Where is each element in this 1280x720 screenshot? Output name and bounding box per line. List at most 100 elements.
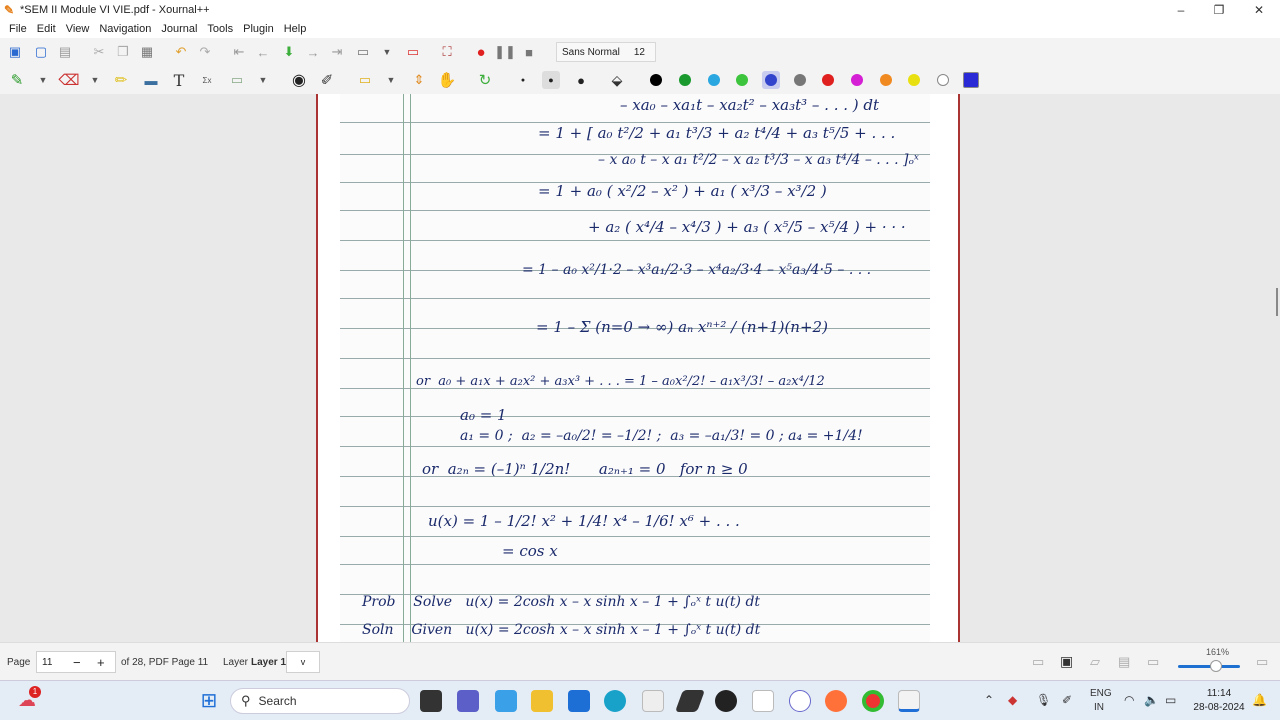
firefox-icon[interactable] — [825, 690, 847, 712]
custom-color-icon[interactable] — [963, 72, 979, 88]
menu-edit[interactable]: Edit — [32, 20, 61, 38]
eraser-dropdown-icon[interactable]: ▼ — [86, 71, 104, 89]
menu-help[interactable]: Help — [279, 20, 312, 38]
view-paired-icon[interactable]: ▭ — [1032, 654, 1044, 670]
github-icon[interactable] — [715, 690, 737, 712]
copilot-icon[interactable] — [495, 690, 517, 712]
microphone-icon[interactable]: 🎙 — [1036, 693, 1051, 707]
store-icon[interactable] — [568, 690, 590, 712]
medium-stroke-icon[interactable]: ● — [542, 71, 560, 89]
task-view-icon[interactable] — [420, 690, 442, 712]
redo-icon[interactable]: ↷ — [196, 43, 214, 61]
color-black-icon[interactable] — [650, 74, 662, 86]
xournal-active-icon[interactable] — [898, 690, 920, 712]
battery-icon[interactable]: ▭ — [1165, 693, 1176, 707]
goto-page-icon[interactable]: ⬇ — [280, 43, 298, 61]
xournal-taskbar-icon[interactable] — [642, 690, 664, 712]
paste-icon[interactable]: ▦ — [138, 43, 156, 61]
draw-curve-icon[interactable]: ✐ — [318, 71, 336, 89]
fill-color-icon[interactable]: ⬙ — [608, 71, 626, 89]
math-tex-icon[interactable]: Σx — [198, 71, 216, 89]
next-page-icon[interactable]: → — [304, 43, 322, 61]
w-app-icon[interactable] — [789, 690, 811, 712]
color-white-icon[interactable] — [937, 74, 949, 86]
fullscreen-icon[interactable]: ⛶ — [438, 43, 456, 61]
color-orange-icon[interactable] — [880, 74, 892, 86]
menu-plugin[interactable]: Plugin — [238, 20, 279, 38]
insert-page-icon[interactable]: ▭ — [354, 43, 372, 61]
image-icon[interactable]: ▬ — [142, 71, 160, 89]
document-canvas[interactable]: – xa₀ – xa₁t – xa₂t² – xa₃t³ – . . . ) d… — [0, 94, 1280, 642]
thick-stroke-icon[interactable]: ● — [572, 71, 590, 89]
page-number-value[interactable]: 11 — [42, 657, 52, 668]
first-page-icon[interactable]: ⇤ — [230, 43, 248, 61]
teams-icon[interactable] — [457, 690, 479, 712]
system-clock[interactable]: 11:14 28-08-2024 — [1192, 687, 1246, 715]
thin-stroke-icon[interactable]: ● — [514, 71, 532, 89]
minimize-button[interactable]: – — [1162, 0, 1200, 20]
shape-dropdown-icon[interactable]: ▼ — [254, 71, 272, 89]
file-explorer-icon[interactable] — [531, 690, 553, 712]
shape-recognizer-icon[interactable]: ▭ — [228, 71, 246, 89]
menu-file[interactable]: File — [4, 20, 32, 38]
open-icon[interactable]: ▤ — [56, 43, 74, 61]
new-document-icon[interactable]: ▢ — [32, 43, 50, 61]
chrome-icon[interactable] — [862, 690, 884, 712]
tray-overflow-icon[interactable]: ⌃ — [984, 693, 994, 707]
layer-dropdown[interactable]: v — [286, 651, 320, 673]
previous-page-icon[interactable]: ← — [254, 43, 272, 61]
ruler-snap-icon[interactable]: ◉ — [290, 71, 308, 89]
last-page-icon[interactable]: ⇥ — [328, 43, 346, 61]
select-dropdown-icon[interactable]: ▼ — [382, 71, 400, 89]
pen-dropdown-icon[interactable]: ▼ — [34, 71, 52, 89]
notes-app-icon[interactable] — [674, 690, 706, 712]
zoom-out-icon[interactable]: ▭ — [1147, 654, 1159, 670]
cut-icon[interactable]: ✂ — [90, 43, 108, 61]
zoom-fit-icon[interactable]: ▤ — [1118, 654, 1130, 670]
undo-icon[interactable]: ↶ — [172, 43, 190, 61]
wifi-icon[interactable]: ◠ — [1124, 693, 1134, 707]
zoom-in-icon[interactable]: ▭ — [1256, 654, 1268, 670]
select-rectangle-icon[interactable]: ▭ — [356, 71, 374, 89]
color-red-icon[interactable] — [822, 74, 834, 86]
color-light-blue-icon[interactable] — [708, 74, 720, 86]
color-yellow-icon[interactable] — [908, 74, 920, 86]
view-presentation-icon[interactable]: ▣ — [1060, 653, 1073, 670]
zoom-slider-thumb[interactable] — [1210, 660, 1223, 672]
refresh-icon[interactable]: ↻ — [476, 71, 494, 89]
page-decrement-button[interactable]: − — [73, 655, 81, 670]
page-increment-button[interactable]: + — [97, 655, 105, 670]
vertical-scrollbar[interactable] — [1276, 288, 1278, 316]
language-indicator[interactable]: ENG — [1090, 688, 1112, 699]
menu-navigation[interactable]: Navigation — [94, 20, 156, 38]
volume-icon[interactable]: 🔈 — [1144, 693, 1159, 707]
edge-icon[interactable] — [604, 690, 626, 712]
menu-journal[interactable]: Journal — [156, 20, 202, 38]
taskbar-search[interactable]: ⚲ Search — [230, 688, 410, 714]
page-number-spinner[interactable]: 11 − + — [36, 651, 116, 673]
color-green-icon[interactable] — [679, 74, 691, 86]
vertical-space-icon[interactable]: ⇕ — [410, 71, 428, 89]
color-magenta-icon[interactable] — [851, 74, 863, 86]
color-light-green-icon[interactable] — [736, 74, 748, 86]
insert-page-dropdown-icon[interactable]: ▼ — [378, 43, 396, 61]
pen-icon[interactable]: ✎ — [8, 71, 26, 89]
highlighter-icon[interactable]: ✏ — [112, 71, 130, 89]
menu-tools[interactable]: Tools — [202, 20, 238, 38]
font-selector[interactable]: Sans Normal 12 — [556, 42, 656, 62]
maximize-button[interactable]: ❐ — [1200, 0, 1238, 20]
pause-icon[interactable]: ❚❚ — [494, 43, 516, 61]
dropbox-icon[interactable]: ◆ — [1008, 693, 1017, 707]
record-icon[interactable]: ● — [472, 43, 490, 61]
layer-value[interactable]: Layer 1 — [251, 657, 286, 668]
notification-bell-icon[interactable]: 🔔 — [1252, 693, 1267, 707]
view-fullscreen-icon[interactable]: ▱ — [1090, 654, 1100, 670]
save-icon[interactable]: ▣ — [6, 43, 24, 61]
copy-icon[interactable]: ❐ — [114, 43, 132, 61]
text-tool-icon[interactable]: T — [170, 71, 188, 90]
eraser-icon[interactable]: ⌫ — [58, 71, 79, 89]
delete-page-icon[interactable]: ▭ — [404, 43, 422, 61]
hand-tool-icon[interactable]: ✋ — [438, 71, 457, 89]
color-gray-icon[interactable] — [794, 74, 806, 86]
close-button[interactable]: ✕ — [1240, 0, 1278, 20]
